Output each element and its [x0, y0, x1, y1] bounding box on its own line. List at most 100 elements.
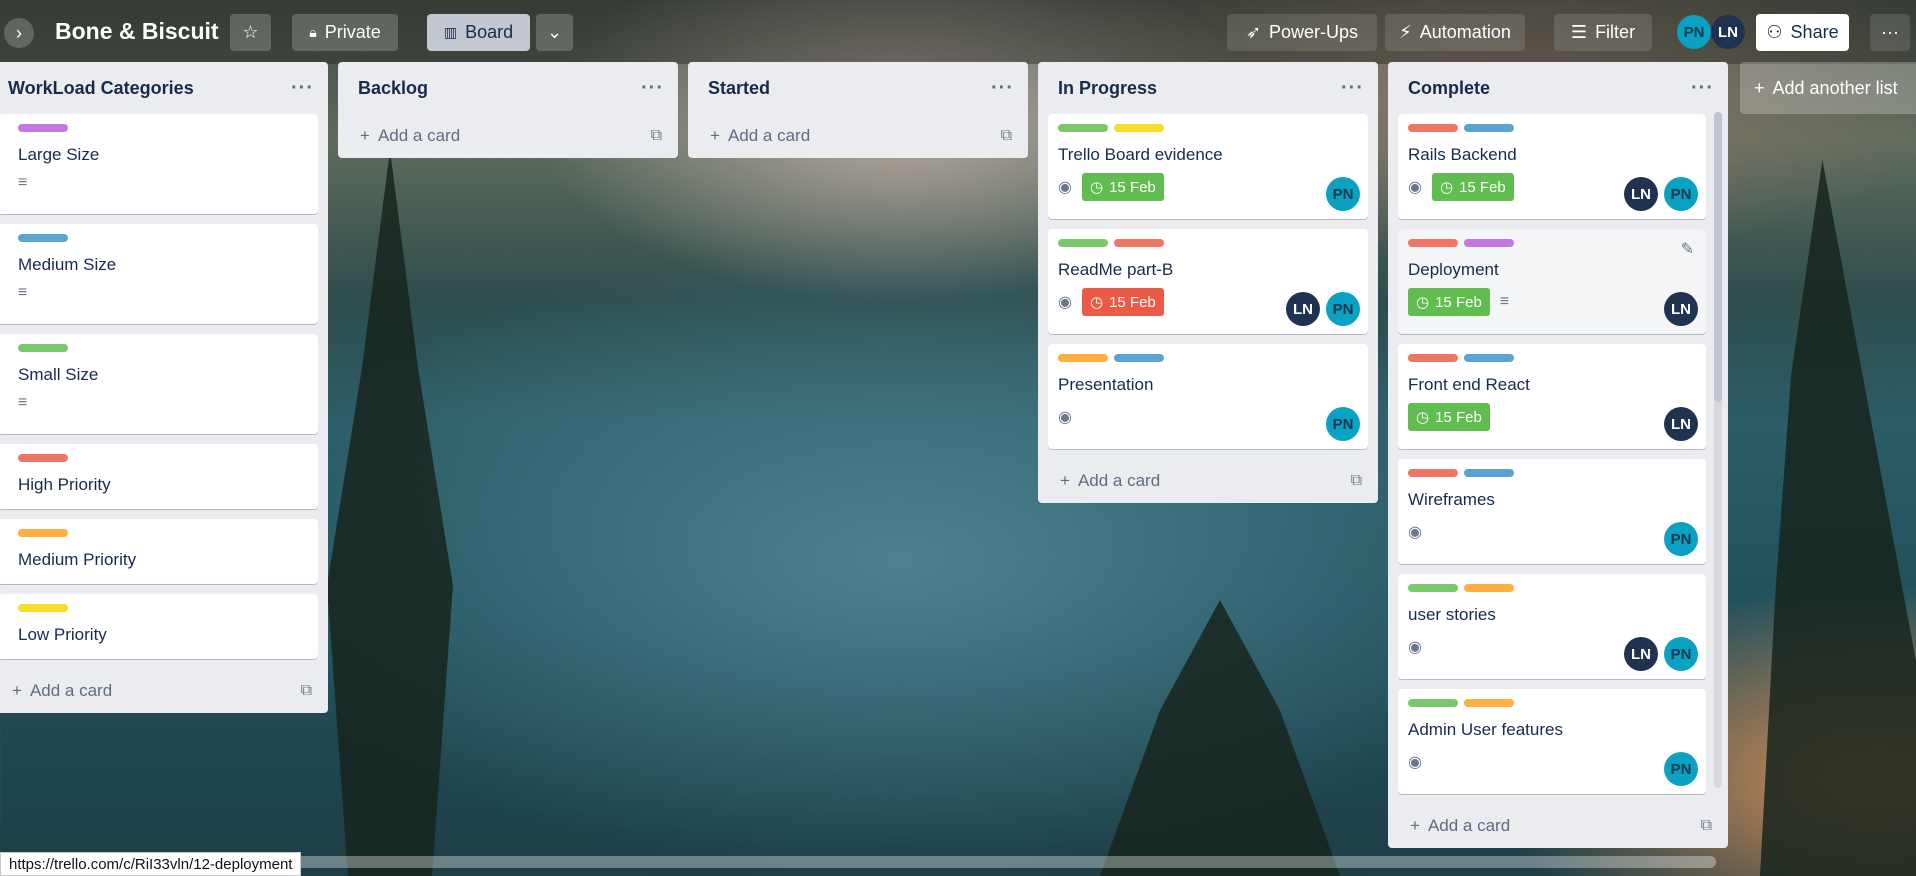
card-label[interactable] [1408, 584, 1458, 592]
card[interactable]: user stories ◉ LN PN [1398, 574, 1706, 679]
member-avatar[interactable]: PN [1664, 752, 1698, 786]
card-label[interactable] [1408, 469, 1458, 477]
due-date-badge[interactable]: ◷ 15 Feb [1431, 173, 1514, 201]
member-avatar[interactable]: PN [1677, 15, 1711, 49]
more-icon[interactable]: ··· [1341, 77, 1364, 100]
card-label[interactable] [18, 454, 68, 462]
member-avatar[interactable]: LN [1664, 407, 1698, 441]
due-date-badge[interactable]: ◷ 15 Feb [1081, 288, 1164, 316]
automation-button[interactable]: ⚡︎ Automation [1385, 14, 1525, 51]
list-title[interactable]: Backlog [358, 78, 428, 99]
add-card-button[interactable]: + Add a card ⧉ [1038, 459, 1378, 503]
more-icon[interactable]: ··· [641, 77, 664, 100]
member-avatar[interactable]: PN [1326, 177, 1360, 211]
member-avatar[interactable]: LN [1624, 177, 1658, 211]
due-date-badge[interactable]: ◷ 15 Feb [1408, 403, 1490, 431]
list-header[interactable]: In Progress ··· [1038, 62, 1378, 114]
member-avatar[interactable]: PN [1326, 292, 1360, 326]
card[interactable]: Rails Backend ◉ ◷ 15 Feb LN PN [1398, 114, 1706, 219]
list-title[interactable]: Complete [1408, 78, 1490, 99]
sidebar-expand-button[interactable]: › [4, 18, 34, 48]
card-label[interactable] [1114, 239, 1164, 247]
star-button[interactable]: ☆ [230, 14, 271, 51]
list-header[interactable]: Backlog ··· [338, 62, 678, 114]
board-menu-button[interactable]: ··· [1870, 14, 1910, 51]
board-title[interactable]: Bone & Biscuit [55, 18, 219, 45]
template-icon[interactable]: ⧉ [1351, 472, 1362, 490]
template-icon[interactable]: ⧉ [1701, 817, 1712, 835]
member-avatar[interactable]: PN [1326, 407, 1360, 441]
card[interactable]: Large Size ≡ [0, 114, 318, 214]
card-label[interactable] [1114, 354, 1164, 362]
member-avatar[interactable]: PN [1664, 637, 1698, 671]
card-label[interactable] [1058, 239, 1108, 247]
add-card-button[interactable]: + Add a card ⧉ [1388, 804, 1728, 848]
card[interactable]: Medium Size ≡ [0, 224, 318, 324]
card[interactable]: High Priority [0, 444, 318, 509]
card-label[interactable] [1058, 354, 1108, 362]
due-date-badge[interactable]: ◷ 15 Feb [1408, 288, 1490, 316]
list-header[interactable]: Complete ··· [1388, 62, 1728, 114]
template-icon[interactable]: ⧉ [651, 127, 662, 145]
card[interactable]: Trello Board evidence ◉ ◷ 15 Feb PN [1048, 114, 1368, 219]
view-dropdown-button[interactable]: ⌄ [536, 14, 573, 51]
card-label[interactable] [1058, 124, 1108, 132]
list-title[interactable]: In Progress [1058, 78, 1157, 99]
card-label[interactable] [18, 604, 68, 612]
card[interactable]: Wireframes ◉ PN [1398, 459, 1706, 564]
power-ups-button[interactable]: ➶ Power-Ups [1227, 14, 1377, 51]
member-avatar[interactable]: PN [1664, 177, 1698, 211]
card[interactable]: ReadMe part-B ◉ ◷ 15 Feb LN PN [1048, 229, 1368, 334]
list-header[interactable]: Started ··· [688, 62, 1028, 114]
add-another-list-button[interactable]: + Add another list [1740, 62, 1916, 114]
add-card-button[interactable]: + Add a card ⧉ [0, 669, 328, 713]
edit-pencil-icon[interactable]: ✎ [1681, 239, 1694, 259]
card-label[interactable] [1464, 239, 1514, 247]
card[interactable]: Medium Priority [0, 519, 318, 584]
card-label[interactable] [1408, 124, 1458, 132]
card-label[interactable] [1114, 124, 1164, 132]
board-view-button[interactable]: ▥ Board [427, 14, 530, 51]
card[interactable]: Admin User features ◉ PN [1398, 689, 1706, 794]
list-title[interactable]: WorkLoad Categories [8, 78, 194, 99]
card-label[interactable] [1464, 124, 1514, 132]
more-icon[interactable]: ··· [1691, 77, 1714, 100]
scrollbar-thumb[interactable] [1714, 112, 1722, 402]
card-label[interactable] [1408, 239, 1458, 247]
template-icon[interactable]: ⧉ [1001, 127, 1012, 145]
member-avatar[interactable]: PN [1664, 522, 1698, 556]
card-label[interactable] [18, 529, 68, 537]
card[interactable]: Presentation ◉ PN [1048, 344, 1368, 449]
card-label[interactable] [1464, 699, 1514, 707]
member-avatar[interactable]: LN [1711, 15, 1745, 49]
add-card-button[interactable]: + Add a card ⧉ [338, 114, 678, 158]
card[interactable]: ✎ Deployment ◷ 15 Feb ≡ LN [1398, 229, 1706, 334]
card-label[interactable] [18, 124, 68, 132]
card[interactable]: Small Size ≡ [0, 334, 318, 434]
list-header[interactable]: WorkLoad Categories ··· [0, 62, 328, 114]
more-icon[interactable]: ··· [991, 77, 1014, 100]
share-button[interactable]: ⚇ Share [1756, 14, 1849, 51]
member-avatar[interactable]: LN [1624, 637, 1658, 671]
template-icon[interactable]: ⧉ [301, 682, 312, 700]
member-avatar[interactable]: LN [1286, 292, 1320, 326]
card-label[interactable] [1408, 354, 1458, 362]
automation-label: Automation [1419, 22, 1511, 42]
more-icon[interactable]: ··· [291, 77, 314, 100]
card-label[interactable] [18, 234, 68, 242]
add-card-button[interactable]: + Add a card ⧉ [688, 114, 1028, 158]
card-label[interactable] [1464, 354, 1514, 362]
list-title[interactable]: Started [708, 78, 770, 99]
card[interactable]: Low Priority [0, 594, 318, 659]
member-avatar[interactable]: LN [1664, 292, 1698, 326]
due-date-badge[interactable]: ◷ 15 Feb [1081, 173, 1164, 201]
filter-button[interactable]: ☰ Filter [1554, 14, 1652, 51]
card[interactable]: Front end React ◷ 15 Feb LN [1398, 344, 1706, 449]
card-label[interactable] [1464, 469, 1514, 477]
card-label[interactable] [18, 344, 68, 352]
board-members: PN LN [1677, 15, 1745, 49]
card-label[interactable] [1464, 584, 1514, 592]
list-scrollbar[interactable] [1714, 112, 1722, 788]
card-label[interactable] [1408, 699, 1458, 707]
visibility-button[interactable]: 🔒︎ Private [292, 14, 398, 51]
